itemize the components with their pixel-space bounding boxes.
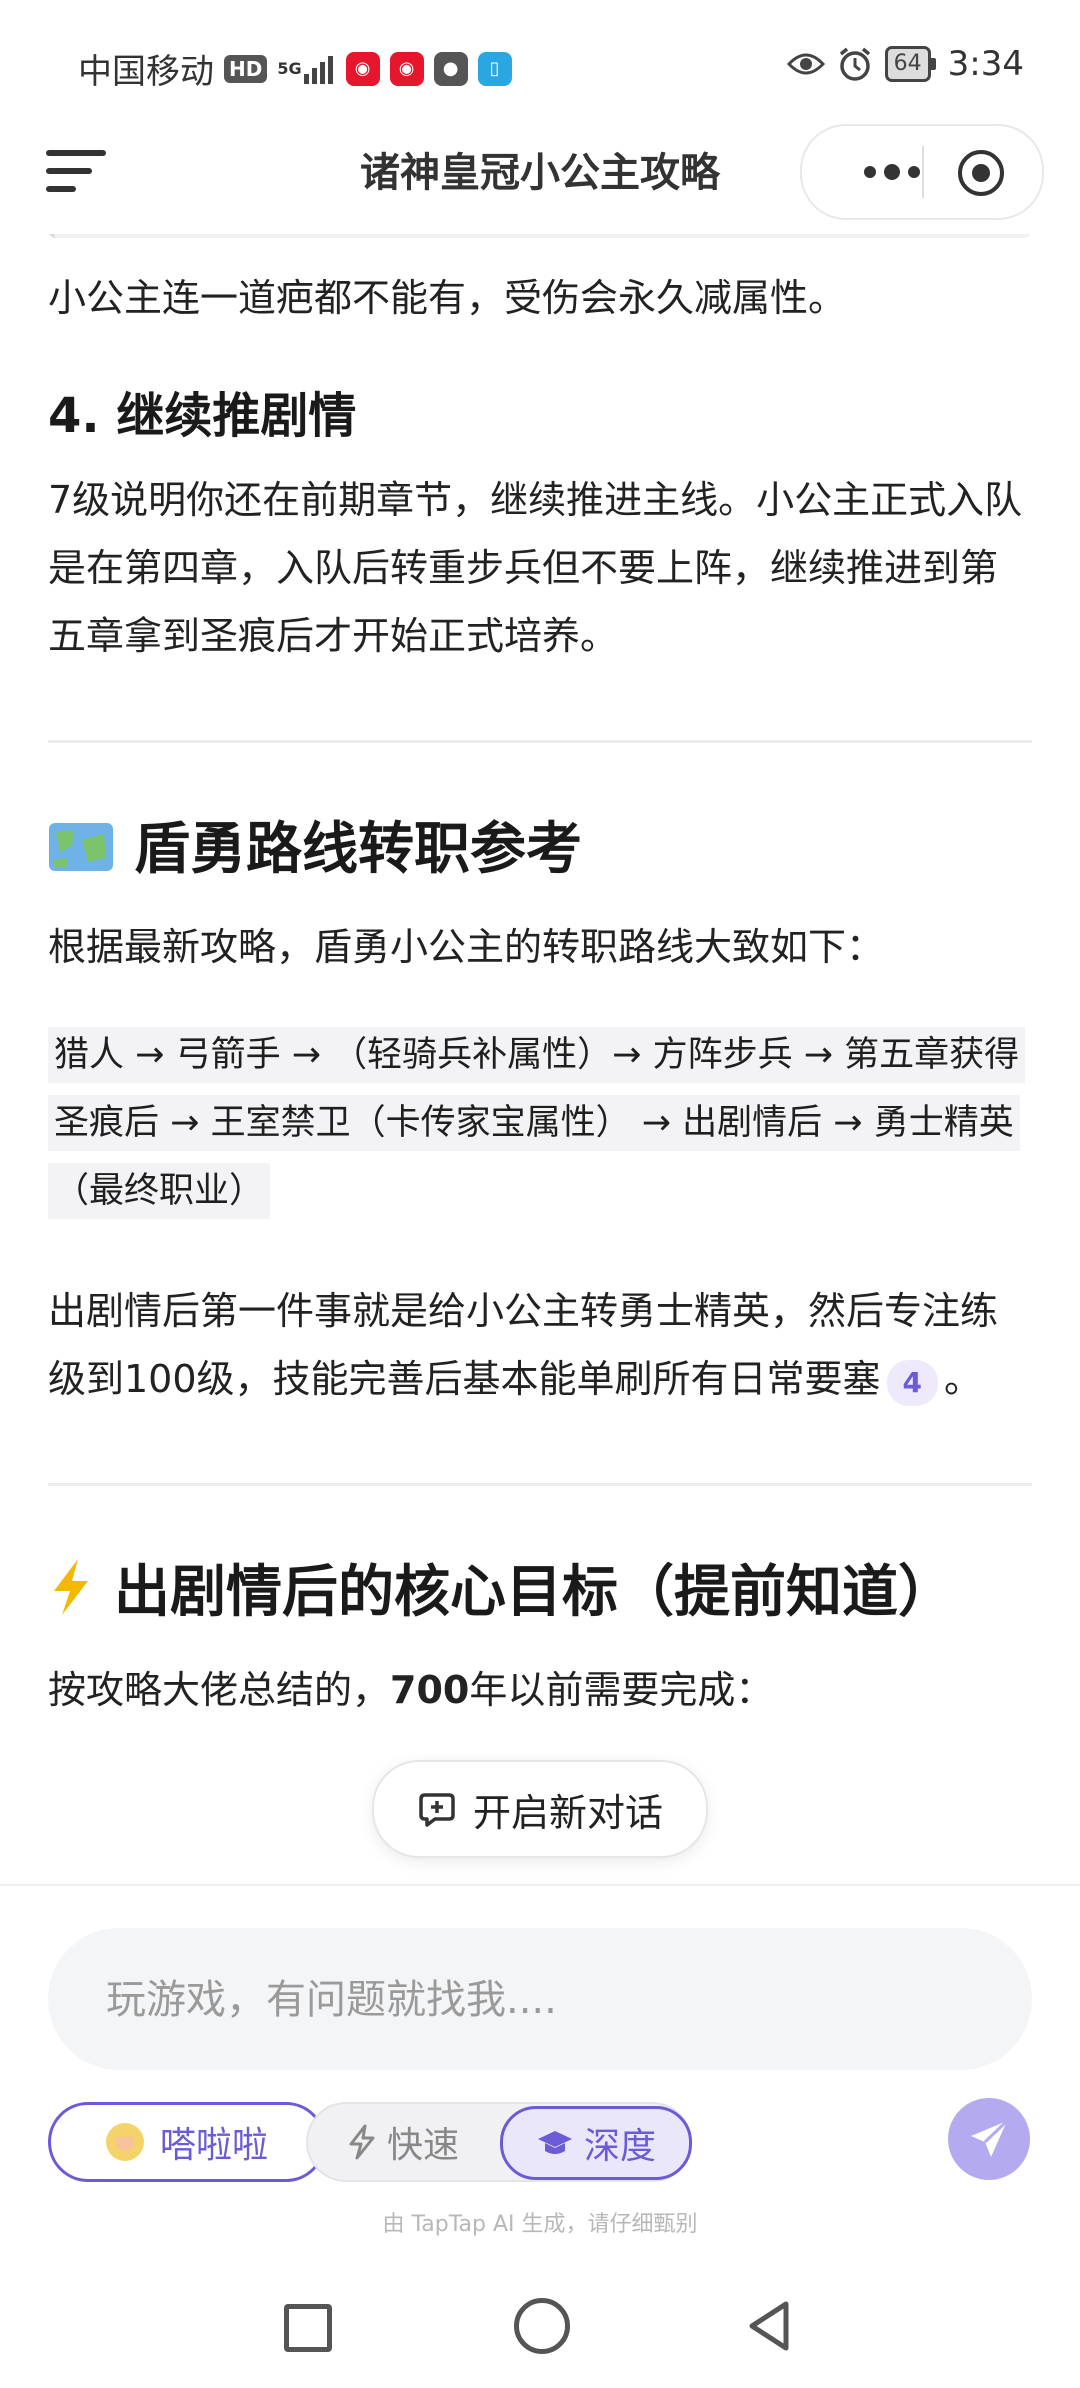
- route-code-text: 猎人 → 弓箭手 → （轻骑兵补属性）→ 方阵步兵 → 第五章获得圣痕后 → 王…: [48, 1027, 1026, 1219]
- system-navigation-bar: [0, 2264, 1080, 2388]
- heading-core-goal: 出剧情后的核心目标（提前知道）: [48, 1554, 1032, 1632]
- heading-core-goal-text: 出剧情后的核心目标（提前知道）: [114, 1560, 954, 1625]
- graduation-cap-icon: [537, 2131, 572, 2154]
- battery-level: 64: [884, 46, 931, 82]
- lightning-icon: [349, 2124, 375, 2160]
- role-label: 嗒啦啦: [159, 2125, 268, 2166]
- signal-label: 5G: [277, 58, 302, 78]
- message-input[interactable]: [104, 1928, 988, 2072]
- goal-lead-end: 年以前需要完成：: [469, 1668, 774, 1712]
- book-app-icon: ▯: [477, 51, 512, 86]
- code-block-bottom-edge: [48, 234, 1032, 238]
- weibo-icon: ◉: [345, 51, 380, 86]
- paragraph-goal-lead: 按攻略大佬总结的，700年以前需要完成：: [48, 1656, 1032, 1724]
- paragraph-route-lead: 根据最新攻略，盾勇小公主的转职路线大致如下：: [48, 925, 885, 969]
- status-bar-right: 64 3:34: [786, 44, 1024, 84]
- clock: 3:34: [947, 44, 1024, 84]
- map-emoji-icon: [49, 823, 113, 871]
- eye-icon: [786, 53, 825, 75]
- send-icon: [971, 2119, 1009, 2157]
- role-select-button[interactable]: 嗒啦啦: [48, 2102, 326, 2182]
- citation-badge[interactable]: 4: [886, 1360, 939, 1406]
- status-bar-left: 中国移动 HD 5G ◉ ◉ ● ▯: [78, 44, 512, 93]
- new-chat-label: 开启新对话: [472, 1790, 663, 1835]
- capsule-divider: [922, 146, 924, 198]
- mini-program-capsule: [800, 124, 1044, 220]
- paragraph-route-after: 出剧情后第一件事就是给小公主转勇士精英，然后专注练级到100级，技能完善后基本能…: [48, 1277, 1032, 1413]
- close-mini-program-button[interactable]: [958, 150, 1004, 196]
- role-avatar: [105, 2123, 144, 2161]
- heading-shield-route-text: 盾勇路线转职参考: [134, 817, 582, 882]
- recent-apps-button[interactable]: [284, 2304, 332, 2352]
- divider: [48, 740, 1032, 743]
- mode-toggle: 快速 深度: [306, 2102, 692, 2182]
- new-chat-icon: [419, 1793, 455, 1827]
- back-button[interactable]: [742, 2298, 798, 2354]
- send-button[interactable]: [948, 2098, 1030, 2180]
- home-button[interactable]: [514, 2298, 570, 2354]
- goal-lead-start: 按攻略大佬总结的，: [48, 1668, 391, 1712]
- alarm-icon: [839, 47, 870, 81]
- paragraph-intro: 小公主连一道疤都不能有，受伤会永久减属性。: [48, 276, 847, 320]
- mode-fast-label: 快速: [386, 2125, 459, 2166]
- heading-continue-story: 4. 继续推剧情: [48, 388, 357, 444]
- chat-answer: 小公主连一道疤都不能有，受伤会永久减属性。 4. 继续推剧情 7级说明你还在前期…: [48, 234, 1032, 1884]
- heading-shield-route: 盾勇路线转职参考: [48, 811, 1032, 889]
- lightning-emoji-icon: [54, 1559, 88, 1615]
- signal-icon: 5G: [277, 54, 335, 84]
- battery-icon: 64: [884, 46, 936, 82]
- paragraph-route-after-end: 。: [944, 1357, 983, 1401]
- mode-fast-button[interactable]: 快速: [308, 2104, 498, 2180]
- composer-panel: 嗒啦啦 快速 深度 由 TapTap AI 生成，请仔细甄别: [0, 1884, 1080, 2266]
- divider: [48, 1483, 1032, 1486]
- route-code-block: 猎人 → 弓箭手 → （轻骑兵补属性）→ 方阵步兵 → 第五章获得圣痕后 → 王…: [48, 1021, 1032, 1225]
- status-bar: 中国移动 HD 5G ◉ ◉ ● ▯ 64 3:34: [0, 0, 1080, 128]
- app-header: 诸神皇冠小公主攻略: [0, 118, 1080, 224]
- goal-lead-bold: 700: [390, 1668, 470, 1712]
- weibo-icon: ◉: [389, 51, 424, 86]
- message-input-container: [48, 1928, 1032, 2072]
- new-chat-button[interactable]: 开启新对话: [372, 1760, 708, 1858]
- more-options-button[interactable]: [832, 126, 952, 218]
- ai-disclaimer: 由 TapTap AI 生成，请仔细甄别: [382, 2212, 698, 2237]
- carrier-label: 中国移动: [78, 52, 214, 92]
- mode-deep-label: 深度: [583, 2126, 656, 2167]
- paragraph-route-after-text: 出剧情后第一件事就是给小公主转勇士精英，然后专注练级到100级，技能完善后基本能…: [48, 1289, 999, 1401]
- mode-deep-button[interactable]: 深度: [500, 2106, 692, 2180]
- paragraph-continue-story: 7级说明你还在前期章节，继续推进主线。小公主正式入队是在第四章，入队后转重步兵但…: [48, 478, 1023, 658]
- hd-badge: HD: [224, 54, 268, 83]
- wechat-icon: ●: [433, 51, 468, 86]
